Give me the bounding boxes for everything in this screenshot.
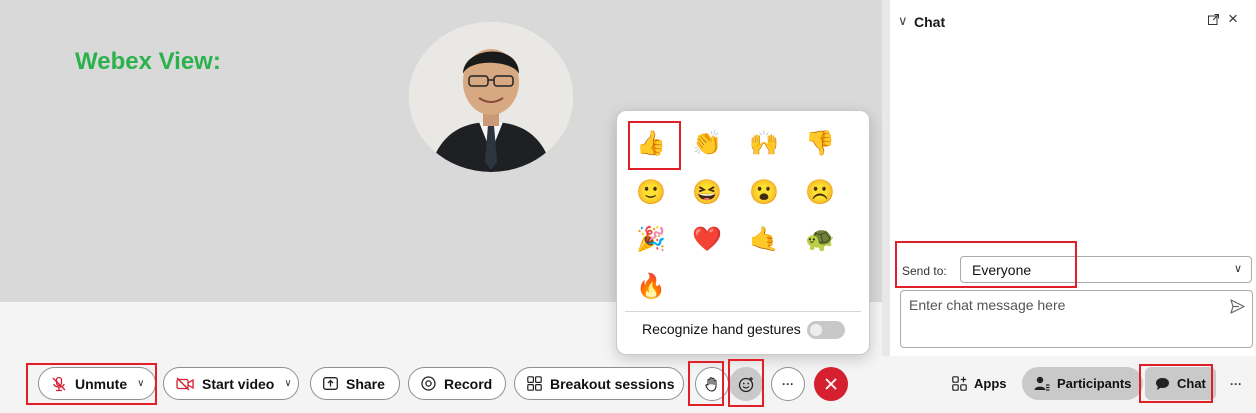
- start-video-button[interactable]: Start video ∨: [163, 367, 299, 400]
- panel-divider: [882, 0, 890, 356]
- apps-icon: [952, 376, 967, 391]
- share-label: Share: [346, 375, 385, 392]
- reactions-button[interactable]: [729, 367, 763, 401]
- raise-hand-icon: [705, 377, 717, 392]
- sad-icon[interactable]: ☹️: [800, 173, 840, 213]
- party-popper-icon[interactable]: 🎉: [631, 220, 671, 260]
- send-to-label: Send to:: [902, 264, 947, 278]
- leave-meeting-button[interactable]: [814, 367, 848, 401]
- muted-mic-icon: [52, 376, 66, 391]
- start-video-label: Start video: [202, 375, 275, 392]
- send-to-select[interactable]: Everyone ∨: [960, 256, 1252, 283]
- close-icon: [825, 378, 837, 390]
- smile-icon[interactable]: 🙂: [631, 173, 671, 213]
- gesture-toggle[interactable]: [807, 321, 845, 339]
- chat-button[interactable]: Chat: [1145, 367, 1216, 400]
- share-icon: [323, 377, 338, 390]
- chevron-down-icon[interactable]: ∨: [284, 378, 291, 389]
- chat-title: Chat: [914, 14, 946, 30]
- chat-bubble-icon: [1156, 377, 1169, 390]
- share-button[interactable]: Share: [310, 367, 400, 400]
- breakout-grid-icon: [527, 376, 542, 391]
- gesture-label: Recognize hand gestures: [642, 321, 801, 337]
- participants-label: Participants: [1057, 376, 1132, 391]
- reactions-popover: 👍 👏 🙌 👎 🙂 😆 😮 ☹️ 🎉 ❤️ 🤙 🐢 🔥 Recognize hand gestures: [616, 110, 870, 355]
- close-icon[interactable]: ×: [1228, 10, 1238, 27]
- video-off-icon: [176, 377, 194, 390]
- clap-icon[interactable]: 👏: [687, 124, 727, 164]
- record-icon: [421, 376, 436, 391]
- chat-panel: ∨ Chat × Send to: Everyone ∨ Enter chat …: [890, 0, 1256, 355]
- raise-hand-button[interactable]: [695, 367, 729, 401]
- thumbs-up-icon[interactable]: 👍: [631, 124, 671, 164]
- more-icon: ···: [782, 377, 794, 391]
- surprised-icon[interactable]: 😮: [744, 173, 784, 213]
- participant-avatar: [409, 22, 573, 172]
- apps-button[interactable]: Apps: [952, 367, 1007, 400]
- stage-label: Webex View:: [75, 48, 221, 75]
- more-button[interactable]: ···: [771, 367, 805, 401]
- popout-icon[interactable]: [1208, 14, 1219, 25]
- apps-label: Apps: [974, 376, 1007, 391]
- smiley-icon: [738, 376, 753, 392]
- overflow-menu-button[interactable]: ···: [1230, 367, 1242, 400]
- overflow-icon: ···: [1230, 376, 1242, 391]
- rabbit-icon[interactable]: 🤙: [744, 220, 784, 260]
- chat-header: ∨ Chat ×: [890, 0, 1256, 44]
- chat-input-placeholder: Enter chat message here: [909, 297, 1066, 313]
- thumbs-down-icon[interactable]: 👎: [800, 124, 840, 164]
- celebrate-hands-icon[interactable]: 🙌: [744, 124, 784, 164]
- heart-icon[interactable]: ❤️: [687, 220, 727, 260]
- popover-divider: [625, 311, 861, 312]
- toggle-knob: [810, 324, 822, 336]
- participants-icon: [1034, 376, 1050, 391]
- send-to-value: Everyone: [972, 262, 1032, 278]
- record-label: Record: [444, 375, 493, 392]
- breakout-sessions-button[interactable]: Breakout sessions: [514, 367, 684, 400]
- send-icon[interactable]: [1230, 299, 1245, 314]
- turtle-icon[interactable]: 🐢: [800, 220, 840, 260]
- laugh-icon[interactable]: 😆: [687, 173, 727, 213]
- fire-icon[interactable]: 🔥: [631, 267, 671, 307]
- chat-label: Chat: [1177, 376, 1206, 391]
- breakout-label: Breakout sessions: [550, 375, 675, 392]
- unmute-label: Unmute: [75, 375, 128, 392]
- chevron-down-icon: ∨: [1233, 263, 1242, 275]
- record-button[interactable]: Record: [408, 367, 506, 400]
- collapse-chevron-icon[interactable]: ∨: [898, 13, 908, 29]
- unmute-button[interactable]: Unmute ∨: [38, 367, 156, 400]
- chat-message-input[interactable]: Enter chat message here: [900, 290, 1253, 348]
- participants-button[interactable]: Participants: [1022, 367, 1144, 400]
- chevron-down-icon[interactable]: ∨: [137, 378, 144, 389]
